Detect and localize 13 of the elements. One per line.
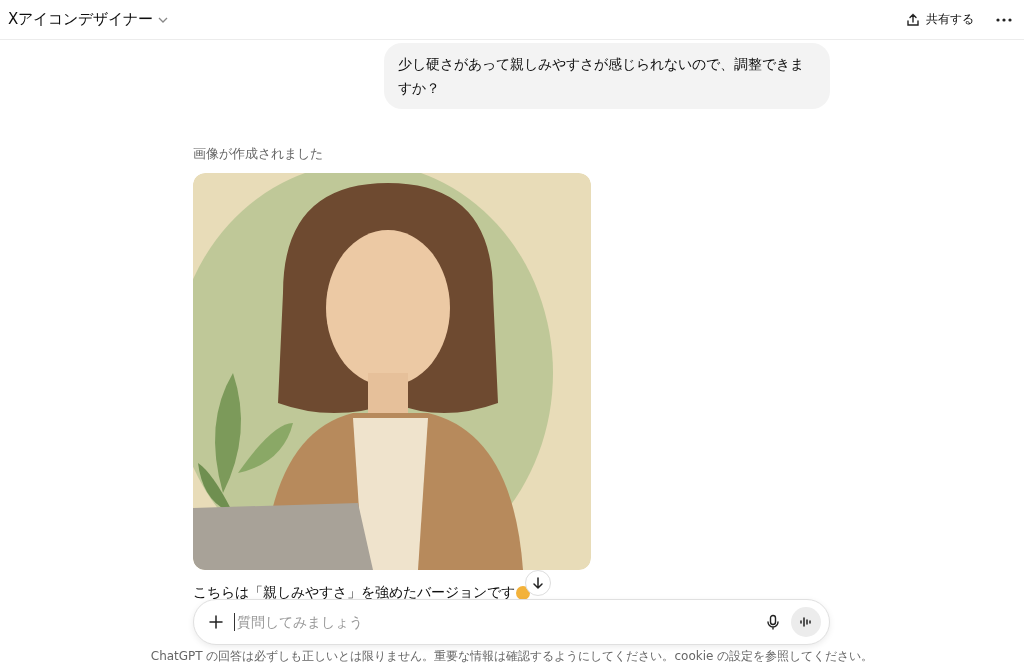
user-message: 少し硬さがあって親しみやすさが感じられないので、調整できますか？ [384, 43, 830, 109]
waveform-icon [799, 616, 813, 628]
arrow-down-icon [531, 576, 545, 590]
message-field[interactable]: 質問してみましょう [193, 599, 830, 645]
voice-mode-button[interactable] [791, 607, 821, 637]
scroll-down-button[interactable] [525, 570, 551, 596]
disclaimer-text: ChatGPT の回答は必ずしも正しいとは限りません。重要な情報は確認するようにしてください。cookie の設定を参照してください。 [149, 648, 875, 664]
assistant-message: こちらは「親しみやすさ」を強めたバージョンです [193, 584, 515, 602]
share-button[interactable]: 共有する [898, 7, 982, 32]
chat-title: Xアイコンデザイナー [8, 10, 154, 29]
status-text: 画像が作成されました [193, 145, 324, 163]
add-icon[interactable] [206, 612, 226, 632]
share-icon [906, 12, 920, 27]
